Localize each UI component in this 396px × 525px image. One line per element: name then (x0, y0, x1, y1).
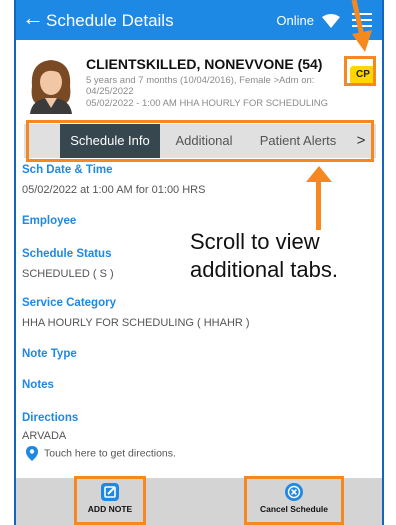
patient-name: CLIENTSKILLED, NONEVVONE (54) (86, 56, 323, 72)
connection-status: Online (276, 13, 314, 28)
callout-line-2: additional tabs. (190, 257, 338, 282)
page-title: Schedule Details (46, 11, 174, 30)
service-category-label: Service Category (22, 297, 116, 309)
directions-label: Directions (22, 412, 79, 424)
phone-screen: ← Schedule Details Online CLIENTSKILLED,… (14, 0, 384, 525)
sch-date-value: 05/02/2022 at 1:00 AM for 01:00 HRS (22, 184, 206, 196)
schedule-status-value: SCHEDULED ( S ) (22, 268, 114, 280)
callout-arrow-shaft (316, 178, 321, 230)
callout-arrow-head (306, 166, 332, 182)
cp-pointer-arrow (351, 0, 372, 52)
cancel-highlight-box (244, 476, 344, 525)
add-note-highlight-box (74, 476, 146, 525)
admission-date: 04/25/2022 (86, 86, 134, 97)
wifi-icon (322, 14, 340, 28)
directions-link-text: Touch here to get directions. (44, 447, 176, 460)
sch-date-label: Sch Date & Time (22, 164, 113, 176)
notes-label: Notes (22, 379, 54, 391)
patient-age-info: 5 years and 7 months (10/04/2016), Femal… (86, 75, 315, 86)
patient-avatar (30, 60, 72, 114)
directions-link[interactable]: Touch here to get directions. (26, 446, 176, 461)
patient-card: CLIENTSKILLED, NONEVVONE (54) 5 years an… (16, 40, 382, 120)
back-arrow-icon[interactable]: ← (22, 7, 44, 29)
callout-line-1: Scroll to view (190, 229, 320, 254)
employee-label: Employee (22, 215, 77, 227)
schedule-summary: 05/02/2022 - 1:00 AM HHA HOURLY FOR SCHE… (86, 98, 328, 109)
tabs-highlight-box (26, 120, 374, 162)
directions-value: ARVADA (22, 430, 67, 442)
location-pin-icon (26, 446, 38, 461)
cp-highlight-box (344, 56, 376, 86)
schedule-status-label: Schedule Status (22, 248, 112, 260)
service-category-value: HHA HOURLY FOR SCHEDULING ( HHAHR ) (22, 317, 250, 329)
note-type-label: Note Type (22, 348, 77, 360)
app-header: ← Schedule Details Online (16, 0, 382, 40)
